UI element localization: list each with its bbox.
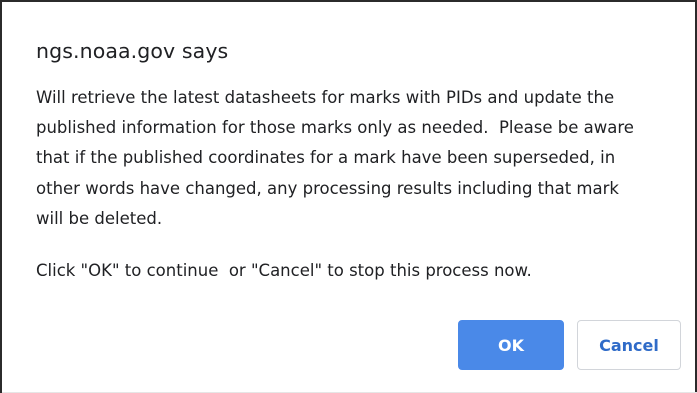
message-line: other words have changed, any processing… xyxy=(36,178,619,198)
message-line: will be deleted. xyxy=(36,208,163,228)
alert-dialog: ngs.noaa.gov says Will retrieve the late… xyxy=(0,0,697,393)
message-line: Will retrieve the latest datasheets for … xyxy=(36,88,615,107)
ok-button[interactable]: OK xyxy=(458,320,564,370)
message-line: published information for those marks on… xyxy=(36,118,634,138)
message-line: Click "OK" to continue or "Cancel" to st… xyxy=(36,261,532,281)
dialog-message: Will retrieve the latest datasheets for … xyxy=(36,83,661,286)
cancel-button[interactable]: Cancel xyxy=(577,320,681,370)
dialog-title: ngs.noaa.gov says xyxy=(36,39,229,63)
message-line: that if the published coordinates for a … xyxy=(36,148,616,168)
